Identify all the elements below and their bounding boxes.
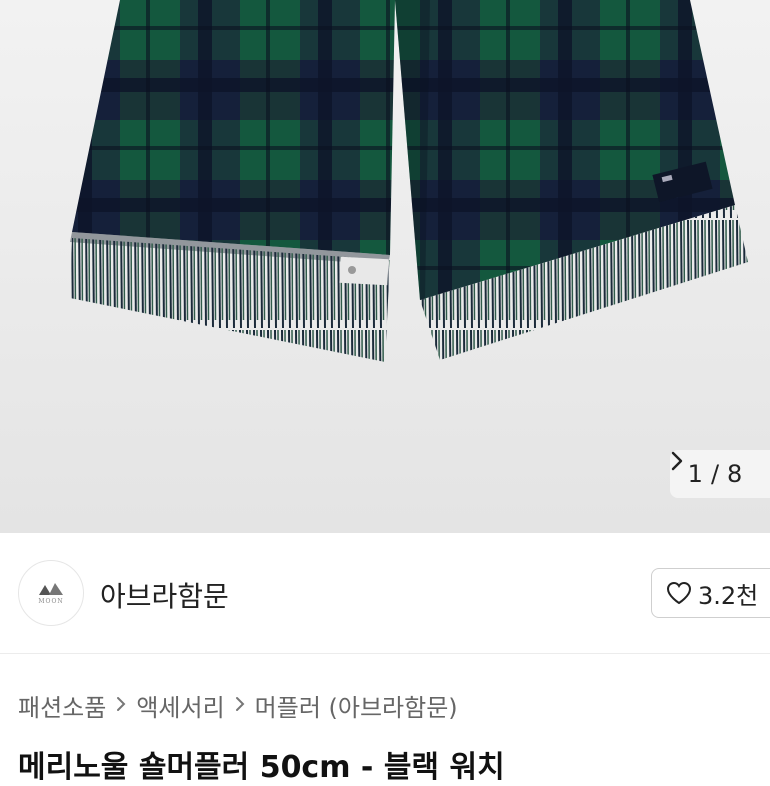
product-image: [0, 0, 770, 533]
image-counter[interactable]: 1 / 8: [670, 450, 770, 498]
moon-logo-icon: [39, 582, 63, 595]
seller-section: MOON 아브라함문 3.2천: [0, 533, 770, 654]
image-counter-separator: /: [710, 460, 720, 488]
image-counter-total: 8: [727, 460, 743, 488]
breadcrumb-item-accessories[interactable]: 액세서리: [136, 688, 224, 723]
breadcrumb-item-fashion-accessories[interactable]: 패션소품: [18, 688, 106, 723]
product-image-carousel[interactable]: 1 / 8: [0, 0, 770, 533]
heart-outline-icon: [666, 581, 692, 605]
seller-avatar-logo-text: MOON: [38, 597, 64, 605]
breadcrumb-item-muffler[interactable]: 머플러 (아브라함문): [255, 688, 458, 723]
seller-avatar[interactable]: MOON: [18, 560, 84, 626]
breadcrumb: 패션소품 액세서리 머플러 (아브라함문): [18, 688, 458, 723]
chevron-right-icon: [235, 693, 245, 718]
image-counter-current: 1: [687, 460, 703, 488]
like-button[interactable]: 3.2천: [651, 568, 770, 618]
chevron-right-icon: [116, 693, 126, 718]
seller-name[interactable]: 아브라함문: [100, 575, 229, 615]
like-count: 3.2천: [698, 581, 759, 610]
product-title: 메리노울 숄머플러 50cm - 블랙 워치: [18, 750, 505, 785]
